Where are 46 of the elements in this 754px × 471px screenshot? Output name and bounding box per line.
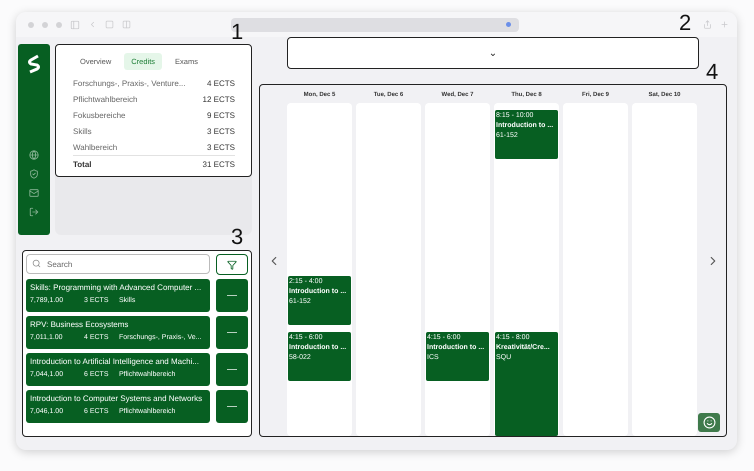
logo-icon [27, 54, 41, 74]
course-title: Introduction to Computer Systems and Networks [30, 394, 204, 403]
sidebar-icon[interactable] [70, 20, 80, 30]
course-title: Introduction to Artificial Intelligence and Machi... [30, 357, 200, 366]
new-tab-icon[interactable] [720, 20, 729, 29]
credit-area: Pflichtwahlbereich [73, 94, 138, 104]
credit-area: Fokusbereiche [73, 110, 126, 120]
filter-icon [227, 260, 237, 270]
smiley-icon [702, 416, 716, 429]
credit-value: 4 ECTS [206, 78, 235, 88]
total-label: Total [73, 160, 92, 168]
back-icon[interactable] [88, 20, 97, 29]
course-title: RPV: Business Ecosystems [30, 320, 130, 329]
credit-value: 3 ECTS [206, 126, 235, 136]
annotation-number: 3 [231, 226, 244, 248]
remove-button[interactable]: — [216, 390, 248, 423]
globe-icon[interactable] [29, 150, 39, 160]
remove-button[interactable]: — [216, 353, 248, 386]
window-dot[interactable] [56, 22, 62, 28]
course-title: Skills: Programming with Advanced Computer ... [30, 283, 202, 292]
filter-button[interactable] [216, 254, 248, 275]
mail-icon[interactable] [29, 188, 39, 198]
search-icon [32, 259, 41, 268]
total-value: 31 ECTS [202, 160, 235, 168]
status-dot-icon [506, 22, 511, 27]
annotation-number: 1 [231, 21, 244, 43]
tabs-icon[interactable] [122, 20, 131, 29]
credit-value: 12 ECTS [202, 94, 235, 104]
credit-area: Forschungs-, Praxis-, Venture... [73, 78, 186, 88]
remove-button[interactable]: — [216, 316, 248, 349]
window-dot[interactable] [28, 22, 34, 28]
dropdown[interactable]: ⌄ [287, 37, 699, 69]
annotation-number: 2 [679, 12, 692, 34]
remove-button[interactable]: — [216, 279, 248, 312]
credit-value: 3 ECTS [206, 142, 235, 152]
logout-icon[interactable] [29, 207, 39, 217]
window-dot[interactable] [42, 22, 48, 28]
page-icon[interactable] [105, 20, 114, 29]
annotation-number: 4 [706, 61, 718, 83]
credit-area: Skills [73, 126, 92, 136]
shield-icon[interactable] [29, 169, 39, 179]
chat-button[interactable] [698, 413, 720, 432]
credit-area: Wahlbereich [73, 142, 118, 152]
search-field[interactable]: Search [26, 254, 210, 274]
share-icon[interactable] [703, 20, 712, 29]
credit-value: 9 ECTS [206, 110, 235, 120]
